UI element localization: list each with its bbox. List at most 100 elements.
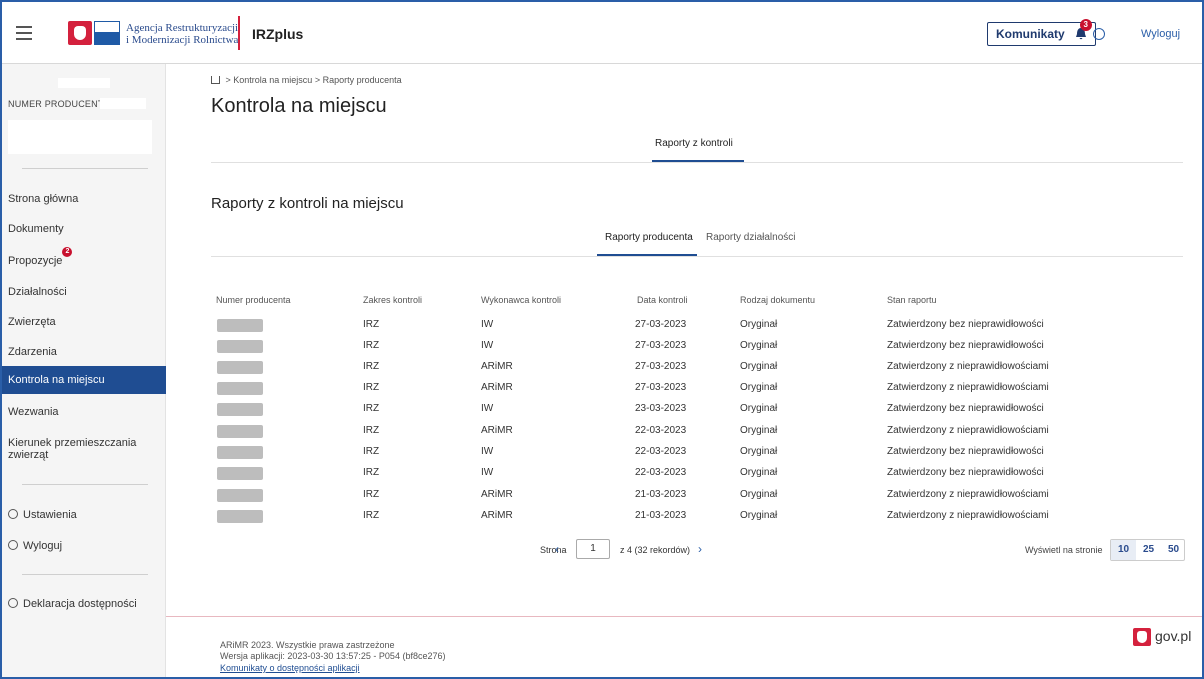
table-cell-zakres: IRZ xyxy=(363,319,380,330)
gear-icon xyxy=(8,509,18,519)
table-cell-wykonawca: ARiMR xyxy=(481,425,513,436)
table-cell-rodzaj: Oryginał xyxy=(740,425,778,436)
table-cell-data: 22-03-2023 xyxy=(635,446,687,457)
redacted-producer-cell xyxy=(217,403,263,416)
table-cell-wykonawca: IW xyxy=(481,403,494,414)
redacted-producer-cell xyxy=(217,361,263,374)
tab-raporty-z-kontroli[interactable]: Raporty z kontroli xyxy=(655,138,733,149)
komunikaty-label: Komunikaty xyxy=(996,27,1065,41)
sidebar-item-wezwania[interactable]: Wezwania xyxy=(2,398,166,426)
column-header-stan-raportu: Stan raportu xyxy=(887,295,937,305)
table-cell-wykonawca: IW xyxy=(481,446,494,457)
per-page-25-button[interactable]: 25 xyxy=(1136,540,1161,560)
arimr-emblem-icon xyxy=(94,21,120,45)
redacted-producer-cell xyxy=(217,382,263,395)
table-cell-wykonawca: ARiMR xyxy=(481,489,513,500)
redacted-producer-cell xyxy=(217,340,263,353)
table-cell-data: 27-03-2023 xyxy=(635,382,687,393)
active-subtab-indicator xyxy=(597,254,697,256)
table-cell-rodzaj: Oryginał xyxy=(740,446,778,457)
table-cell-rodzaj: Oryginał xyxy=(740,340,778,351)
table-cell-rodzaj: Oryginał xyxy=(740,467,778,478)
komunikaty-button[interactable]: Komunikaty 3 xyxy=(987,19,1096,46)
redacted-producer-cell xyxy=(217,489,263,502)
sidebar-item-strona-glowna[interactable]: Strona główna xyxy=(2,185,166,213)
sidebar-item-zwierzeta[interactable]: Zwierzęta xyxy=(2,308,166,336)
redacted-producer-details xyxy=(8,120,152,154)
hamburger-menu-icon[interactable] xyxy=(16,26,32,40)
agency-name-line2: i Modernizacji Rolnictwa xyxy=(126,34,239,46)
sidebar-item-kierunek-przemieszczania[interactable]: Kierunek przemieszczania zwierząt xyxy=(2,431,166,467)
gov-eagle-icon xyxy=(1133,628,1151,646)
table-cell-zakres: IRZ xyxy=(363,489,380,500)
column-header-numer-producenta: Numer producenta xyxy=(216,295,291,305)
table-cell-rodzaj: Oryginał xyxy=(740,489,778,500)
sidebar-item-propozycje[interactable]: Propozycje2 xyxy=(2,247,166,275)
subtabs-divider xyxy=(211,256,1183,257)
chevron-left-icon[interactable]: ‹ xyxy=(555,542,559,556)
sidebar-item-dokumenty[interactable]: Dokumenty xyxy=(2,215,166,243)
agency-name-line1: Agencja Restrukturyzacji xyxy=(126,22,239,34)
breadcrumb-item: Raporty producenta xyxy=(322,75,402,85)
table-cell-zakres: IRZ xyxy=(363,446,380,457)
table-cell-stan: Zatwierdzony bez nieprawidłowości xyxy=(887,467,1044,478)
pagination-page-label: Strona xyxy=(540,545,567,555)
breadcrumb: > Kontrola na miejscu > Raporty producen… xyxy=(211,75,402,85)
table-cell-data: 27-03-2023 xyxy=(635,319,687,330)
home-icon[interactable] xyxy=(211,76,220,84)
sidebar-item-dzialalnosci[interactable]: Działalności xyxy=(2,278,166,306)
column-header-zakres-kontroli: Zakres kontroli xyxy=(363,295,423,305)
table-cell-data: 21-03-2023 xyxy=(635,510,687,521)
table-cell-data: 22-03-2023 xyxy=(635,425,687,436)
column-header-rodzaj-dokumentu: Rodzaj dokumentu xyxy=(740,295,816,305)
table-cell-wykonawca: ARiMR xyxy=(481,510,513,521)
table-cell-stan: Zatwierdzony z nieprawidłowościami xyxy=(887,425,1049,436)
per-page-10-button[interactable]: 10 xyxy=(1111,540,1136,560)
header-logout-link[interactable]: Wyloguj xyxy=(1141,28,1180,40)
page-number-input[interactable]: 1 xyxy=(576,539,610,559)
sidebar-item-label: Deklaracja dostępności xyxy=(23,598,137,610)
table-cell-rodzaj: Oryginał xyxy=(740,510,778,521)
table-cell-data: 27-03-2023 xyxy=(635,361,687,372)
sidebar-item-zdarzenia[interactable]: Zdarzenia xyxy=(2,338,166,366)
notifications-badge: 3 xyxy=(1079,19,1092,31)
user-icon[interactable] xyxy=(1093,28,1105,40)
column-header-wykonawca-kontroli: Wykonawca kontroli xyxy=(481,295,561,305)
breadcrumb-item[interactable]: Kontrola na miejscu xyxy=(233,75,312,85)
table-cell-data: 22-03-2023 xyxy=(635,467,687,478)
sidebar-divider xyxy=(22,484,148,485)
table-cell-data: 21-03-2023 xyxy=(635,489,687,500)
producer-number-label: NUMER PRODUCENTA: xyxy=(8,99,112,109)
tabs-divider xyxy=(211,162,1183,163)
table-cell-zakres: IRZ xyxy=(363,467,380,478)
chevron-right-icon[interactable]: › xyxy=(698,542,702,556)
table-cell-wykonawca: IW xyxy=(481,467,494,478)
tab-raporty-producenta[interactable]: Raporty producenta xyxy=(605,232,693,243)
sidebar-item-label: Wyloguj xyxy=(23,540,63,552)
tab-raporty-dzialalnosci[interactable]: Raporty działalności xyxy=(706,232,796,243)
arimr-logo xyxy=(68,21,120,45)
table-cell-stan: Zatwierdzony bez nieprawidłowości xyxy=(887,446,1044,457)
table-cell-rodzaj: Oryginał xyxy=(740,319,778,330)
sidebar-item-label: Propozycje xyxy=(8,255,63,267)
sidebar: NUMER PRODUCENTA: Strona główna Dokument… xyxy=(2,64,166,677)
gov-pl-link[interactable]: gov.pl xyxy=(1155,628,1191,644)
sidebar-item-kontrola-na-miejscu[interactable]: Kontrola na miejscu xyxy=(2,366,166,394)
table-cell-stan: Zatwierdzony z nieprawidłowościami xyxy=(887,489,1049,500)
per-page-50-button[interactable]: 50 xyxy=(1161,540,1186,560)
section-title: Raporty z kontroli na miejscu xyxy=(211,195,404,212)
sidebar-item-label: Ustawienia xyxy=(23,509,77,521)
sidebar-item-deklaracja-dostepnosci[interactable]: Deklaracja dostępności xyxy=(2,590,166,618)
footer-copyright: ARiMR 2023. Wszystkie prawa zastrzeżone xyxy=(220,640,395,650)
table-cell-data: 27-03-2023 xyxy=(635,340,687,351)
sidebar-item-wyloguj[interactable]: Wyloguj xyxy=(2,532,166,560)
table-cell-zakres: IRZ xyxy=(363,510,380,521)
sidebar-item-ustawienia[interactable]: Ustawienia xyxy=(2,501,166,529)
eagle-emblem-icon xyxy=(68,21,92,45)
propozycje-badge: 2 xyxy=(62,247,73,257)
table-cell-zakres: IRZ xyxy=(363,403,380,414)
header-divider xyxy=(238,16,240,50)
table-cell-wykonawca: IW xyxy=(481,340,494,351)
accessibility-link[interactable]: Komunikaty o dostępności aplikacji xyxy=(220,663,360,673)
redacted-producer-number xyxy=(100,98,146,109)
